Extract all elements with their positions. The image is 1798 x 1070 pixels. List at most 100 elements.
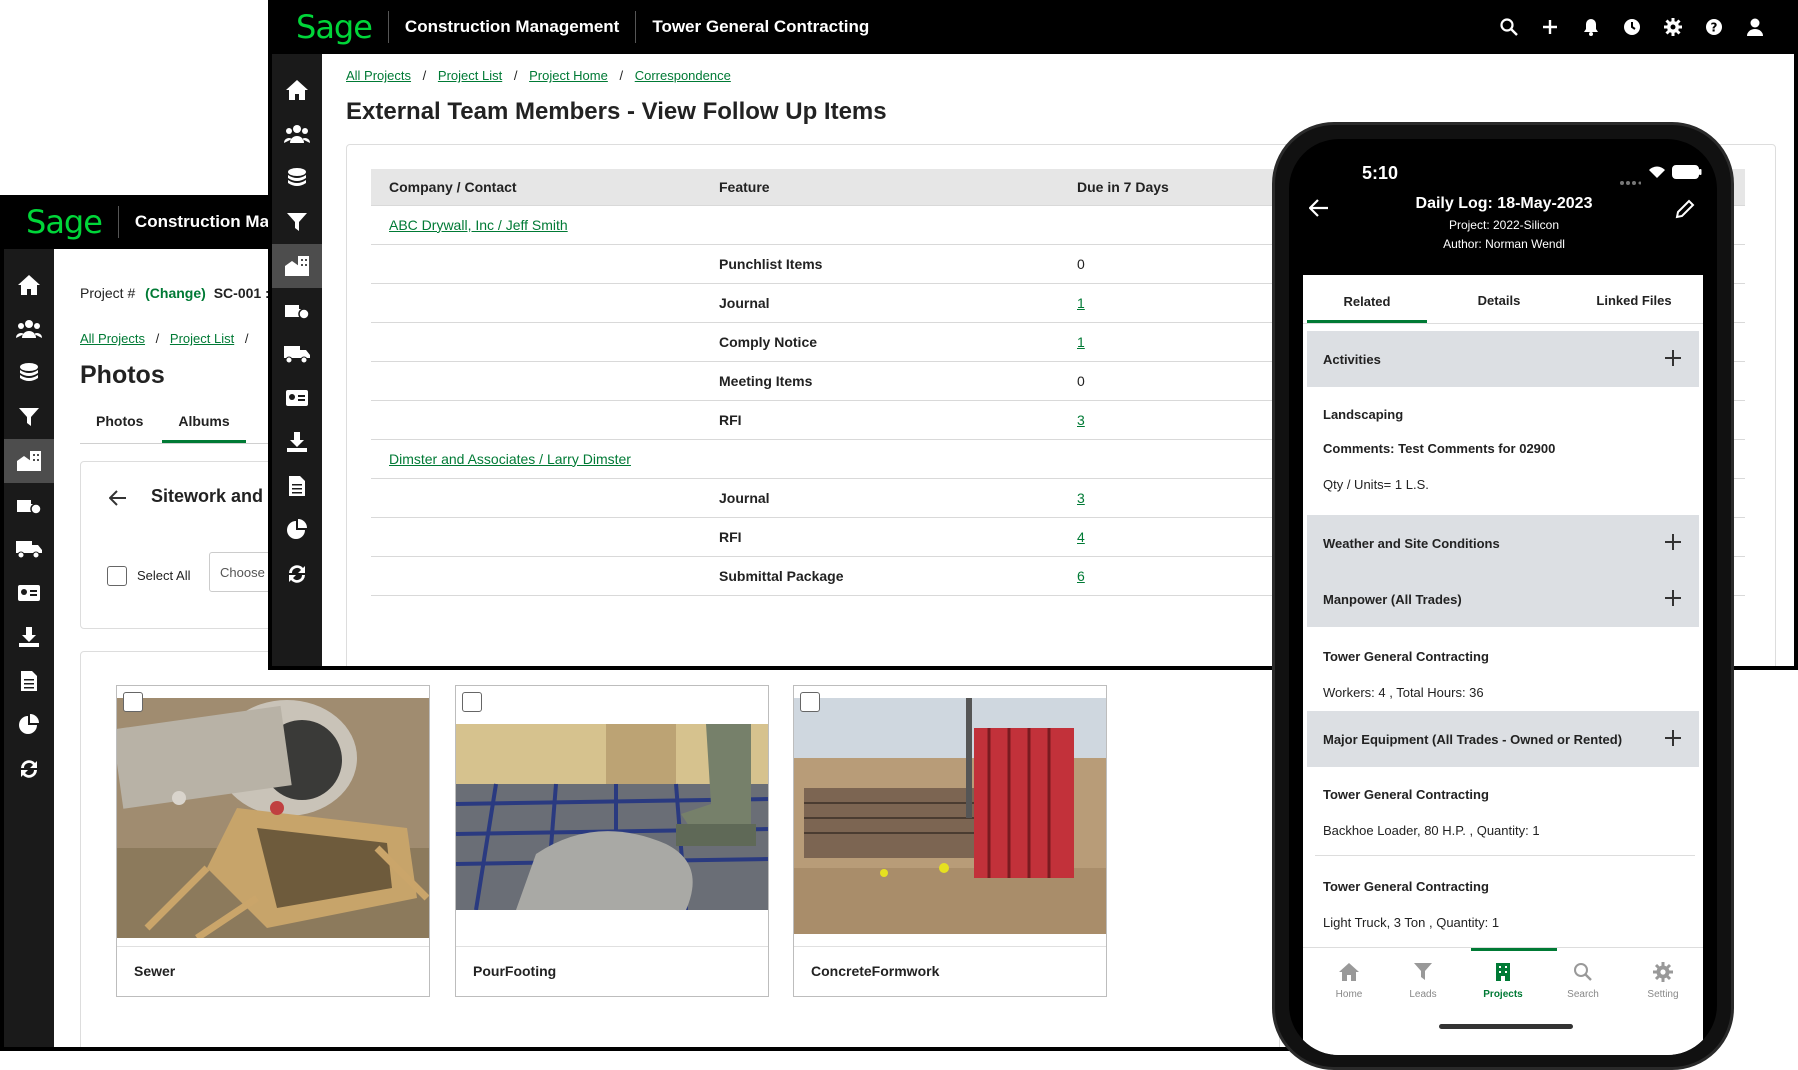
tab-details[interactable]: Details: [1439, 293, 1559, 308]
due-count-link[interactable]: 3: [1077, 412, 1085, 428]
due-count-link[interactable]: 1: [1077, 334, 1085, 350]
delivery-truck-icon[interactable]: [4, 527, 54, 571]
tab-related[interactable]: Related: [1307, 275, 1427, 323]
breadcrumb-correspondence[interactable]: Correspondence: [635, 68, 731, 83]
breadcrumb-separator: /: [244, 331, 249, 346]
followup-sidebar: [272, 54, 322, 666]
due-count-link[interactable]: 3: [1077, 490, 1085, 506]
download-icon[interactable]: [4, 615, 54, 659]
people-icon[interactable]: [4, 307, 54, 351]
home-indicator: [1439, 1024, 1573, 1029]
photo-checkbox[interactable]: [123, 692, 143, 712]
header-title-block: Daily Log: 18-May-2023 Project: 2022-Sil…: [1349, 195, 1659, 251]
home-icon[interactable]: [272, 68, 322, 112]
bottom-nav: Home Leads Projects Search Setting: [1303, 947, 1703, 1055]
back-arrow-icon[interactable]: [1308, 199, 1329, 222]
divider: [635, 11, 637, 43]
select-all-label: Select All: [137, 568, 191, 583]
refresh-icon[interactable]: [4, 747, 54, 791]
photo-card-sewer[interactable]: Sewer: [116, 685, 430, 997]
due-count-link[interactable]: 4: [1077, 529, 1085, 545]
filter-icon[interactable]: [272, 200, 322, 244]
clock-icon[interactable]: [1621, 16, 1643, 38]
concreteformwork-photo: [794, 698, 1106, 934]
gear-icon[interactable]: [1662, 16, 1684, 38]
section-equipment[interactable]: Major Equipment (All Trades - Owned or R…: [1307, 711, 1699, 767]
document-icon[interactable]: [272, 464, 322, 508]
add-plus-icon[interactable]: [1665, 349, 1681, 369]
nav-setting[interactable]: Setting: [1637, 962, 1689, 1000]
id-card-icon[interactable]: [4, 571, 54, 615]
contact-link[interactable]: Dimster and Associates / Larry Dimster: [389, 451, 631, 467]
filter-icon: [1413, 962, 1433, 985]
add-plus-icon[interactable]: [1665, 533, 1681, 553]
edit-pencil-icon[interactable]: [1675, 199, 1695, 224]
pie-chart-icon[interactable]: [272, 508, 322, 552]
filter-icon[interactable]: [4, 395, 54, 439]
buildings-icon[interactable]: [4, 439, 54, 483]
breadcrumb-project-list[interactable]: Project List: [170, 331, 234, 346]
user-icon[interactable]: [1744, 16, 1766, 38]
tabs-underline: [80, 443, 290, 444]
photo-card-pourfooting[interactable]: PourFooting: [455, 685, 769, 997]
company-name[interactable]: Tower General Contracting: [652, 17, 869, 37]
tab-photos[interactable]: Photos: [96, 413, 143, 429]
section-activities[interactable]: Activities: [1307, 331, 1699, 387]
breadcrumb-all-projects[interactable]: All Projects: [80, 331, 145, 346]
nav-projects[interactable]: Projects: [1477, 962, 1529, 1000]
coins-icon[interactable]: [4, 351, 54, 395]
nav-leads[interactable]: Leads: [1397, 962, 1449, 1000]
back-arrow-icon[interactable]: [108, 490, 127, 511]
phone-frame: 5:10 Daily Log: 18-May-2023 Project: 202…: [1272, 122, 1734, 1070]
due-count-link[interactable]: 1: [1077, 295, 1085, 311]
download-icon[interactable]: [272, 420, 322, 464]
help-icon[interactable]: ?: [1703, 16, 1725, 38]
photo-caption: Sewer: [117, 946, 429, 996]
home-icon[interactable]: [4, 263, 54, 307]
photo-checkbox[interactable]: [462, 692, 482, 712]
id-card-icon[interactable]: [272, 376, 322, 420]
tab-linked-files[interactable]: Linked Files: [1569, 293, 1699, 308]
wifi-icon: [1647, 165, 1667, 184]
feature-cell: Journal: [701, 477, 1059, 517]
coins-icon[interactable]: [272, 156, 322, 200]
breadcrumb-all-projects[interactable]: All Projects: [346, 68, 411, 83]
add-plus-icon[interactable]: [1665, 729, 1681, 749]
topbar-actions: ?: [1498, 16, 1794, 38]
add-plus-icon[interactable]: [1665, 589, 1681, 609]
plus-icon[interactable]: [1539, 16, 1561, 38]
col-feature[interactable]: Feature: [701, 169, 1059, 205]
search-icon[interactable]: [1498, 16, 1520, 38]
select-all-checkbox[interactable]: [107, 566, 127, 586]
change-project-link[interactable]: (Change): [145, 285, 206, 301]
sage-logo: Sage: [296, 8, 373, 46]
pie-chart-icon[interactable]: [4, 703, 54, 747]
buildings-icon[interactable]: [272, 244, 322, 288]
feature-cell: Meeting Items: [701, 360, 1059, 400]
equipment-company: Tower General Contracting: [1323, 787, 1489, 802]
nav-search[interactable]: Search: [1557, 962, 1609, 1000]
followup-topbar: Sage Construction Management Tower Gener…: [272, 0, 1794, 54]
truck-clock-icon[interactable]: [4, 483, 54, 527]
document-icon[interactable]: [4, 659, 54, 703]
bell-icon[interactable]: [1580, 16, 1602, 38]
contact-link[interactable]: ABC Drywall, Inc / Jeff Smith: [389, 217, 568, 233]
truck-clock-icon[interactable]: [272, 288, 322, 332]
refresh-icon[interactable]: [272, 552, 322, 596]
choose-dropdown-label: Choose: [220, 565, 265, 580]
app-title[interactable]: Construction Management: [405, 17, 619, 37]
section-manpower[interactable]: Manpower (All Trades): [1307, 571, 1699, 627]
section-weather[interactable]: Weather and Site Conditions: [1307, 515, 1699, 571]
nav-home[interactable]: Home: [1323, 962, 1375, 1000]
nav-leads-label: Leads: [1409, 989, 1437, 1000]
tab-albums[interactable]: Albums: [162, 401, 246, 443]
people-icon[interactable]: [272, 112, 322, 156]
photo-checkbox[interactable]: [800, 692, 820, 712]
list-divider: [1315, 855, 1695, 856]
delivery-truck-icon[interactable]: [272, 332, 322, 376]
photo-card-concreteformwork[interactable]: ConcreteFormwork: [793, 685, 1107, 997]
col-company-contact[interactable]: Company / Contact: [371, 169, 701, 205]
due-count-link[interactable]: 6: [1077, 568, 1085, 584]
breadcrumb-project-home[interactable]: Project Home: [529, 68, 608, 83]
breadcrumb-project-list[interactable]: Project List: [438, 68, 502, 83]
